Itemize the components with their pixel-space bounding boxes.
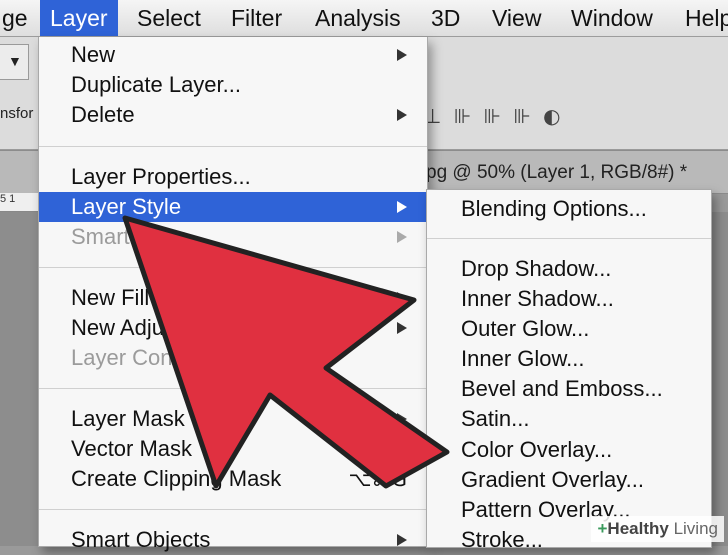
submenu-item-drop-shadow[interactable]: Drop Shadow... (427, 254, 711, 284)
menu-item-duplicate-layer[interactable]: Duplicate Layer... (39, 70, 427, 100)
submenu-arrow-icon (397, 534, 407, 546)
submenu-item-bevel-and-emboss[interactable]: Bevel and Emboss... (427, 374, 711, 404)
submenu-item-inner-glow[interactable]: Inner Glow... (427, 344, 711, 374)
submenu-arrow-icon (397, 413, 407, 425)
submenu-item-outer-glow[interactable]: Outer Glow... (427, 314, 711, 344)
menu-separator (39, 388, 427, 389)
submenu-item-label: Blending Options... (461, 196, 647, 221)
submenu-item-satin[interactable]: Satin... (427, 404, 711, 434)
submenu-item-gradient-overlay[interactable]: Gradient Overlay... (427, 465, 711, 495)
submenu-arrow-icon (397, 322, 407, 334)
submenu-arrow-icon (397, 443, 407, 455)
submenu-item-label: Satin... (461, 406, 530, 431)
menu-window[interactable]: Window (561, 0, 663, 36)
watermark: +Healthy Living (591, 516, 724, 542)
menu-bar: ge Layer Select Filter Analysis 3D View … (0, 0, 728, 37)
menu-image[interactable]: ge (0, 0, 38, 36)
menu-analysis[interactable]: Analysis (305, 0, 411, 36)
plus-icon: + (597, 519, 608, 538)
menu-3d[interactable]: 3D (421, 0, 470, 36)
menu-separator (39, 146, 427, 147)
menu-separator (427, 238, 711, 239)
menu-item-label: Smart Filter (71, 224, 185, 249)
menu-item-layer-content-options[interactable]: Layer Content Options... (39, 343, 427, 373)
submenu-item-label: Inner Glow... (461, 346, 585, 371)
ruler-numbers: 5 1 (0, 193, 16, 205)
submenu-arrow-icon (397, 109, 407, 121)
submenu-item-label: Inner Shadow... (461, 286, 614, 311)
menu-item-label: New Fill Layer (71, 285, 211, 310)
submenu-item-label: Drop Shadow... (461, 256, 612, 281)
menu-item-label: Layer Content Options... (71, 345, 310, 370)
submenu-item-label: Gradient Overlay... (461, 467, 644, 492)
submenu-item-label: Color Overlay... (461, 437, 613, 462)
menu-help[interactable]: Help (675, 0, 728, 36)
submenu-arrow-icon (397, 231, 407, 243)
submenu-arrow-icon (397, 49, 407, 61)
menu-separator (39, 267, 427, 268)
menu-item-vector-mask[interactable]: Vector Mask (39, 434, 427, 464)
submenu-arrow-icon (397, 201, 407, 213)
submenu-arrow-icon (397, 292, 407, 304)
menu-item-label: Layer Style (71, 194, 182, 219)
menu-item-label: Duplicate Layer... (71, 72, 241, 97)
menu-item-layer-style[interactable]: Layer Style (39, 192, 427, 222)
layer-menu: New Duplicate Layer... Delete Layer Prop… (38, 37, 428, 552)
menu-item-create-clipping-mask[interactable]: Create Clipping Mask ⌥⌘G (39, 464, 427, 494)
submenu-item-inner-shadow[interactable]: Inner Shadow... (427, 284, 711, 314)
menu-item-label: Layer Properties... (71, 164, 251, 189)
chevron-down-icon: ▼ (8, 53, 22, 69)
submenu-item-blending-options[interactable]: Blending Options... (427, 194, 711, 224)
watermark-word-2: Living (673, 519, 718, 538)
menu-item-label: Delete (71, 102, 135, 127)
menu-item-new[interactable]: New (39, 40, 427, 70)
menu-item-smart-objects[interactable]: Smart Objects (39, 525, 427, 555)
submenu-item-label: Bevel and Emboss... (461, 376, 663, 401)
menu-item-new-fill-layer[interactable]: New Fill Layer (39, 283, 427, 313)
shortcut-label: ⌥⌘G (348, 467, 407, 491)
menu-item-label: Layer Mask (71, 406, 185, 431)
menu-item-label: New Adjustment Layer (71, 315, 292, 340)
menu-item-label: Create Clipping Mask (71, 466, 282, 491)
menu-item-layer-mask[interactable]: Layer Mask (39, 404, 427, 434)
menu-item-delete[interactable]: Delete (39, 100, 427, 130)
menu-filter[interactable]: Filter (221, 0, 292, 36)
submenu-item-color-overlay[interactable]: Color Overlay... (427, 435, 711, 465)
horizontal-ruler: 5 1 (0, 193, 40, 212)
document-tab-title[interactable]: pg @ 50% (Layer 1, RGB/8#) * (426, 162, 687, 184)
align-distribute-icons[interactable]: ⊥ ⊪ ⊪ ⊪ ◐ (424, 104, 564, 130)
menu-separator (39, 509, 427, 510)
menu-select[interactable]: Select (127, 0, 211, 36)
menu-view[interactable]: View (482, 0, 551, 36)
menu-item-label: Smart Objects (71, 527, 211, 552)
menu-layer[interactable]: Layer (40, 0, 118, 36)
submenu-item-label: Outer Glow... (461, 316, 590, 341)
layer-style-submenu: Blending Options... Drop Shadow... Inner… (426, 189, 712, 552)
menu-item-label: Vector Mask (71, 436, 193, 461)
tool-preset-dropdown[interactable]: ▼ (0, 44, 29, 80)
menu-item-new-adjustment-layer[interactable]: New Adjustment Layer (39, 313, 427, 343)
submenu-item-label: Stroke... (461, 527, 543, 552)
menu-item-layer-properties[interactable]: Layer Properties... (39, 162, 427, 192)
transform-controls-label: nsfor (0, 105, 34, 122)
menu-item-label: New (71, 42, 116, 67)
menu-item-smart-filter[interactable]: Smart Filter (39, 222, 427, 252)
watermark-word-1: Healthy (607, 519, 669, 538)
